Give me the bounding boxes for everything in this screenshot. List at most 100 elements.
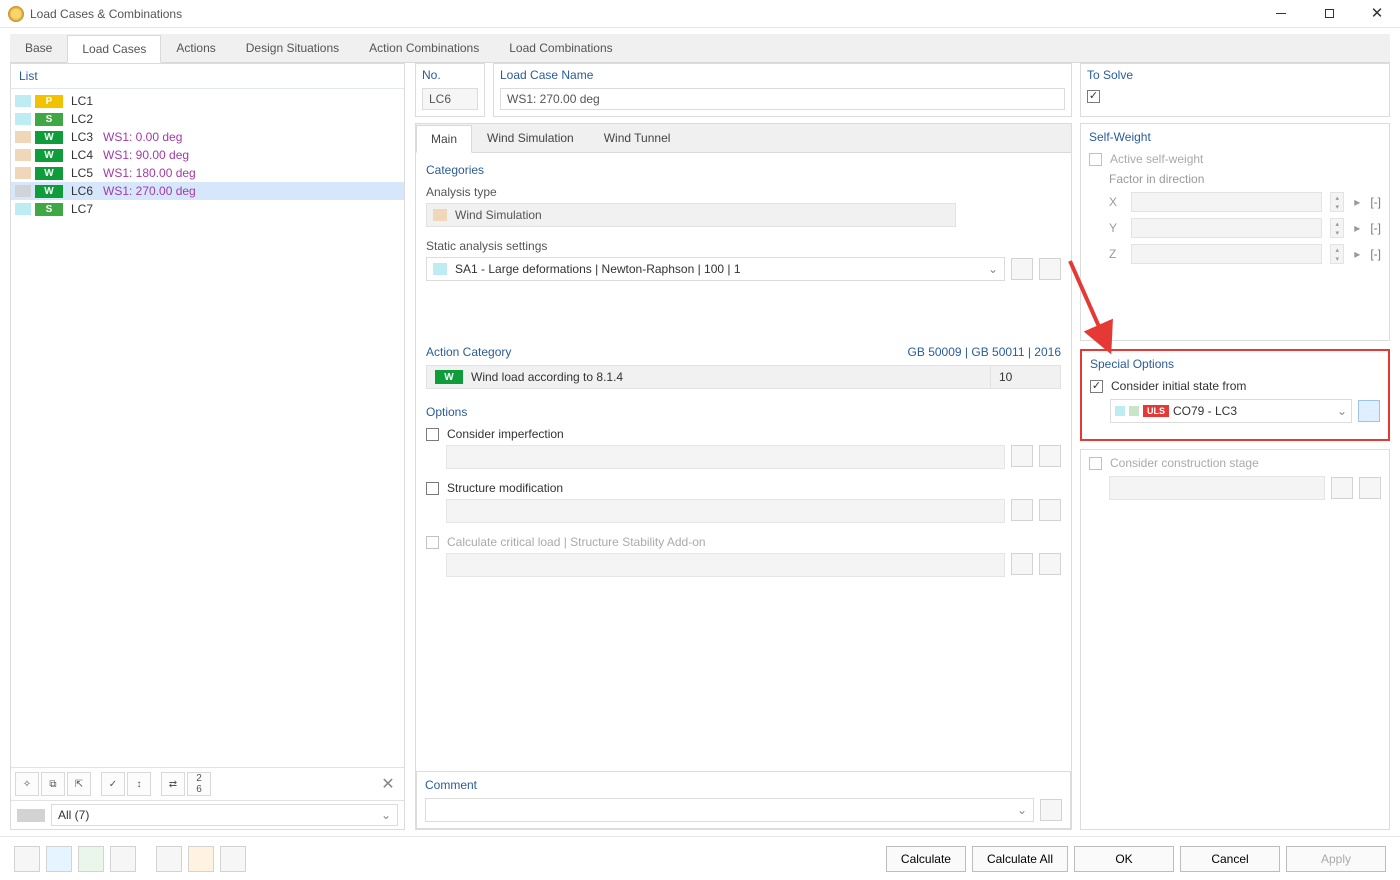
tab-load-cases[interactable]: Load Cases [67, 35, 161, 63]
footer-tool-5[interactable] [156, 846, 182, 872]
cancel-button[interactable]: Cancel [1180, 846, 1280, 872]
footer-tool-3[interactable] [78, 846, 104, 872]
name-field: Load Case Name WS1: 270.00 deg [493, 63, 1072, 117]
filter-swatch [17, 809, 45, 822]
category-badge: S [35, 113, 63, 126]
self-weight-box: Self-Weight Active self-weight Factor in… [1080, 123, 1390, 341]
tan-swatch-icon [433, 209, 447, 221]
category-badge: W [35, 149, 63, 162]
no-label: No. [422, 68, 478, 82]
list-item[interactable]: W LC5 WS1: 180.00 deg [11, 164, 404, 182]
list-tool-delete[interactable]: ✕ [376, 772, 400, 796]
footer-tool-6[interactable] [188, 846, 214, 872]
tab-action-combinations[interactable]: Action Combinations [354, 34, 494, 62]
apply-button: Apply [1286, 846, 1386, 872]
color-swatch-icon [15, 185, 31, 197]
structure-mod-checkbox[interactable] [426, 482, 439, 495]
comment-edit-button[interactable] [1040, 799, 1062, 821]
action-category-header: Action Category [426, 345, 511, 359]
subtab-main[interactable]: Main [416, 125, 472, 153]
uls-badge: ULS [1143, 405, 1169, 417]
structure-mod-new[interactable] [1011, 499, 1033, 521]
main-tabs: Base Load Cases Actions Design Situation… [10, 34, 1390, 63]
structure-mod-label: Structure modification [447, 481, 563, 495]
list-tool-copy[interactable]: ⧉ [41, 772, 65, 796]
structure-mod-edit[interactable] [1039, 499, 1061, 521]
factor-y-input [1131, 218, 1322, 238]
list-item[interactable]: P LC1 [11, 92, 404, 110]
imperfection-edit[interactable] [1039, 445, 1061, 467]
calculate-button[interactable]: Calculate [886, 846, 966, 872]
calculate-all-button[interactable]: Calculate All [972, 846, 1068, 872]
color-swatch-icon [15, 95, 31, 107]
analysis-type-label: Analysis type [426, 185, 1061, 199]
loadcase-list[interactable]: P LC1 S LC2 W LC3 WS1: 0.00 deg W LC4 WS… [11, 89, 404, 767]
tab-base[interactable]: Base [10, 34, 67, 62]
list-item[interactable]: S LC2 [11, 110, 404, 128]
footer-tool-7[interactable] [220, 846, 246, 872]
maximize-button[interactable] [1314, 3, 1344, 25]
solve-checkbox[interactable] [1087, 90, 1100, 103]
static-edit-button[interactable] [1039, 258, 1061, 280]
name-input[interactable]: WS1: 270.00 deg [500, 88, 1065, 110]
filter-combo[interactable]: All (7) ⌄ [51, 804, 398, 826]
footer-tool-1[interactable] [14, 846, 40, 872]
main-panel: Main Wind Simulation Wind Tunnel Categor… [415, 123, 1072, 830]
chevron-down-icon: ⌄ [381, 808, 391, 822]
list-item[interactable]: W LC4 WS1: 90.00 deg [11, 146, 404, 164]
no-value[interactable]: LC6 [422, 88, 478, 110]
minimize-button[interactable] [1266, 3, 1296, 25]
color-swatch-icon [15, 203, 31, 215]
category-badge: P [35, 95, 63, 108]
chevron-down-icon: ⌄ [1337, 404, 1347, 418]
list-tool-export[interactable]: ⇱ [67, 772, 91, 796]
list-tool-new[interactable]: ✧ [15, 772, 39, 796]
initial-state-combo[interactable]: ULS CO79 - LC3 ⌄ [1110, 399, 1352, 423]
tab-actions[interactable]: Actions [161, 34, 230, 62]
static-new-button[interactable] [1011, 258, 1033, 280]
tab-design-situations[interactable]: Design Situations [231, 34, 354, 62]
comment-header: Comment [425, 778, 1062, 792]
loadcase-id: LC5 [71, 166, 99, 180]
list-item[interactable]: W LC6 WS1: 270.00 deg [11, 182, 404, 200]
critical-load-new [1011, 553, 1033, 575]
cyan-swatch-icon [433, 263, 447, 275]
initial-state-edit-button[interactable] [1358, 400, 1380, 422]
loadcase-id: LC3 [71, 130, 99, 144]
axis-y-label: Y [1109, 221, 1123, 235]
critical-load-field [446, 553, 1005, 577]
ok-button[interactable]: OK [1074, 846, 1174, 872]
list-item[interactable]: S LC7 [11, 200, 404, 218]
imperfection-field[interactable] [446, 445, 1005, 469]
self-weight-checkbox [1089, 153, 1102, 166]
list-tool-renum[interactable]: 26 [187, 772, 211, 796]
solve-label: To Solve [1087, 68, 1383, 82]
structure-mod-field[interactable] [446, 499, 1005, 523]
name-label: Load Case Name [500, 68, 1065, 82]
footer-tool-4[interactable] [110, 846, 136, 872]
footer-tool-2[interactable] [46, 846, 72, 872]
action-category-row: W Wind load according to 8.1.4 10 [426, 365, 1061, 389]
factor-header: Factor in direction [1109, 172, 1381, 186]
subtab-wind-tunnel[interactable]: Wind Tunnel [589, 124, 686, 152]
self-weight-active-label: Active self-weight [1110, 152, 1203, 166]
list-header: List [11, 64, 404, 89]
imperfection-checkbox[interactable] [426, 428, 439, 441]
imperfection-new[interactable] [1011, 445, 1033, 467]
static-settings-combo[interactable]: SA1 - Large deformations | Newton-Raphso… [426, 257, 1005, 281]
construction-stage-new [1331, 477, 1353, 499]
subtab-wind-simulation[interactable]: Wind Simulation [472, 124, 589, 152]
list-tool-link[interactable]: ⇄ [161, 772, 185, 796]
list-item[interactable]: W LC3 WS1: 0.00 deg [11, 128, 404, 146]
list-tool-check[interactable]: ✓ [101, 772, 125, 796]
close-button[interactable]: ✕ [1362, 3, 1392, 25]
initial-state-checkbox[interactable] [1090, 380, 1103, 393]
list-tool-sort[interactable]: ↕ [127, 772, 151, 796]
comment-combo[interactable]: ⌄ [425, 798, 1034, 822]
tab-load-combinations[interactable]: Load Combinations [494, 34, 627, 62]
sub-tabs: Main Wind Simulation Wind Tunnel [416, 124, 1071, 153]
category-badge: W [35, 131, 63, 144]
solve-field: To Solve [1080, 63, 1390, 117]
construction-stage-label: Consider construction stage [1110, 456, 1259, 470]
loadcase-id: LC4 [71, 148, 99, 162]
